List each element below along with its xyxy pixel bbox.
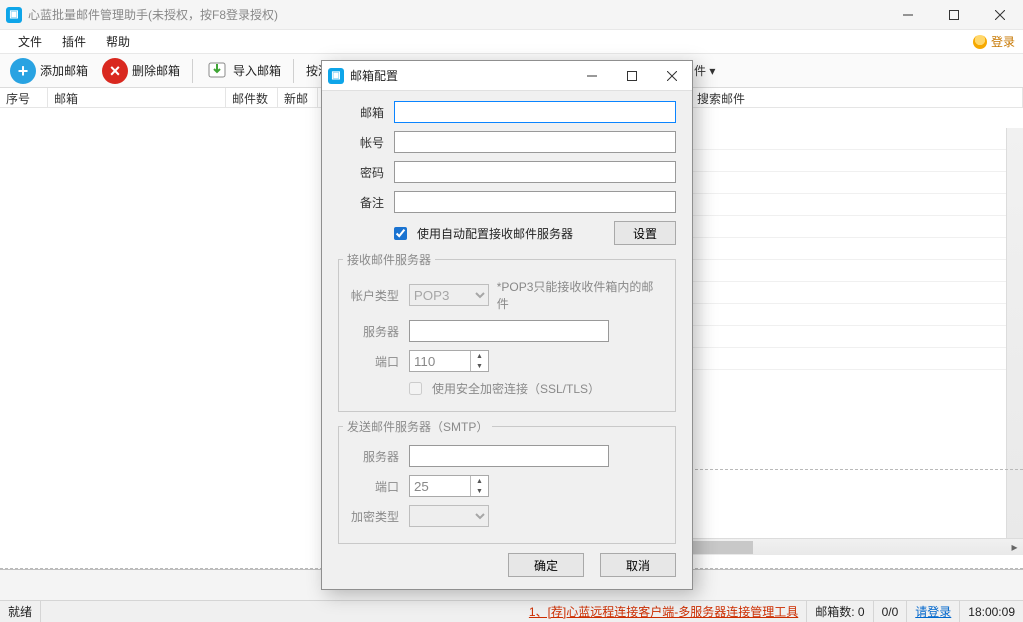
import-mailbox-label: 导入邮箱 [233, 62, 281, 79]
cancel-button[interactable]: 取消 [600, 553, 676, 577]
status-ready: 就绪 [0, 601, 41, 622]
receive-server-group: 接收邮件服务器 帐户类型 POP3 *POP3只能接收收件箱内的邮件 服务器 端… [338, 251, 676, 412]
smtp-port-input [410, 476, 470, 496]
statusbar: 就绪 1、[荐]心蓝远程连接客户端-多服务器连接管理工具 邮箱数: 0 0/0 … [0, 600, 1023, 622]
dialog-title: 邮箱配置 [350, 67, 398, 84]
window-titlebar: ▣ 心蓝批量邮件管理助手(未授权，按F8登录授权) [0, 0, 1023, 30]
dialog-titlebar: ▣ 邮箱配置 [322, 61, 692, 91]
menu-help[interactable]: 帮助 [96, 31, 140, 52]
mailbox-config-dialog: ▣ 邮箱配置 邮箱 帐号 密码 备注 使用自动配置接收邮件服务器 设置 [321, 60, 693, 590]
app-icon: ▣ [6, 7, 22, 23]
label-recv-server: 服务器 [343, 323, 399, 340]
dialog-maximize-button[interactable] [612, 61, 652, 91]
label-recv-port: 端口 [343, 353, 399, 370]
label-encrypt-type: 加密类型 [343, 508, 399, 525]
add-mailbox-button[interactable]: + 添加邮箱 [4, 56, 94, 86]
label-smtp-server: 服务器 [343, 448, 399, 465]
recv-ssl-label: 使用安全加密连接（SSL/TLS） [432, 380, 600, 397]
password-input[interactable] [394, 161, 676, 183]
maximize-button[interactable] [931, 0, 977, 30]
col-mailbox[interactable]: 邮箱 [48, 88, 226, 107]
toolbar-overflow[interactable]: 件 ▾ [694, 62, 715, 79]
delete-mailbox-label: 删除邮箱 [132, 62, 180, 79]
label-password: 密码 [338, 164, 384, 181]
window-title: 心蓝批量邮件管理助手(未授权，按F8登录授权) [28, 6, 278, 23]
send-server-legend: 发送邮件服务器（SMTP） [343, 418, 492, 435]
receive-server-legend: 接收邮件服务器 [343, 251, 435, 268]
plus-icon: + [10, 58, 36, 84]
delete-mailbox-button[interactable]: × 删除邮箱 [96, 56, 186, 86]
col-new[interactable]: 新邮 [278, 88, 318, 107]
label-account: 帐号 [338, 134, 384, 151]
spin-down-icon: ▼ [471, 486, 488, 496]
label-smtp-port: 端口 [343, 478, 399, 495]
toolbar-separator [293, 59, 294, 83]
spin-up-icon: ▲ [471, 351, 488, 361]
label-note: 备注 [338, 194, 384, 211]
login-label: 登录 [991, 33, 1015, 50]
minimize-button[interactable] [885, 0, 931, 30]
encrypt-type-select [409, 505, 489, 527]
dialog-minimize-button[interactable] [572, 61, 612, 91]
account-type-hint: *POP3只能接收收件箱内的邮件 [497, 278, 665, 312]
recv-server-input [409, 320, 609, 342]
label-email: 邮箱 [338, 104, 384, 121]
send-server-group: 发送邮件服务器（SMTP） 服务器 端口 ▲▼ 加密类型 [338, 418, 676, 544]
account-type-select: POP3 [409, 284, 489, 306]
smtp-server-input [409, 445, 609, 467]
search-mail-label[interactable]: 搜索邮件 [691, 88, 1023, 107]
status-login-link[interactable]: 请登录 [915, 603, 951, 620]
recv-ssl-checkbox [409, 382, 422, 395]
recv-port-spinner: ▲▼ [409, 350, 489, 372]
note-input[interactable] [394, 191, 676, 213]
login-link[interactable]: 登录 [973, 33, 1015, 50]
email-input[interactable] [394, 101, 676, 123]
toolbar-separator [192, 59, 193, 83]
menu-plugin[interactable]: 插件 [52, 31, 96, 52]
recv-port-input [410, 351, 470, 371]
promo-link[interactable]: 1、[荐]心蓝远程连接客户端-多服务器连接管理工具 [529, 603, 798, 620]
import-icon [205, 59, 229, 83]
smtp-port-spinner: ▲▼ [409, 475, 489, 497]
spin-down-icon: ▼ [471, 361, 488, 371]
status-time: 18:00:09 [960, 601, 1023, 622]
auto-config-label: 使用自动配置接收邮件服务器 [417, 225, 573, 242]
right-dotted [690, 469, 1023, 569]
ok-button[interactable]: 确定 [508, 553, 584, 577]
col-mailcount[interactable]: 邮件数 [226, 88, 278, 107]
close-button[interactable] [977, 0, 1023, 30]
add-mailbox-label: 添加邮箱 [40, 62, 88, 79]
col-index[interactable]: 序号 [0, 88, 48, 107]
menubar: 文件 插件 帮助 登录 [0, 30, 1023, 54]
label-account-type: 帐户类型 [343, 287, 399, 304]
menu-file[interactable]: 文件 [8, 31, 52, 52]
cross-icon: × [102, 58, 128, 84]
import-mailbox-button[interactable]: 导入邮箱 [199, 57, 287, 85]
right-panel-header: 搜索邮件 [690, 88, 1023, 108]
auto-config-checkbox[interactable] [394, 227, 407, 240]
dialog-close-button[interactable] [652, 61, 692, 91]
settings-button[interactable]: 设置 [614, 221, 676, 245]
user-icon [973, 35, 987, 49]
status-mailbox-count: 邮箱数: 0 [807, 601, 873, 622]
account-input[interactable] [394, 131, 676, 153]
app-icon: ▣ [328, 68, 344, 84]
spin-up-icon: ▲ [471, 476, 488, 486]
grid-row-lines [691, 128, 1006, 370]
status-ratio: 0/0 [874, 601, 908, 622]
status-promo[interactable]: 1、[荐]心蓝远程连接客户端-多服务器连接管理工具 [521, 601, 807, 622]
